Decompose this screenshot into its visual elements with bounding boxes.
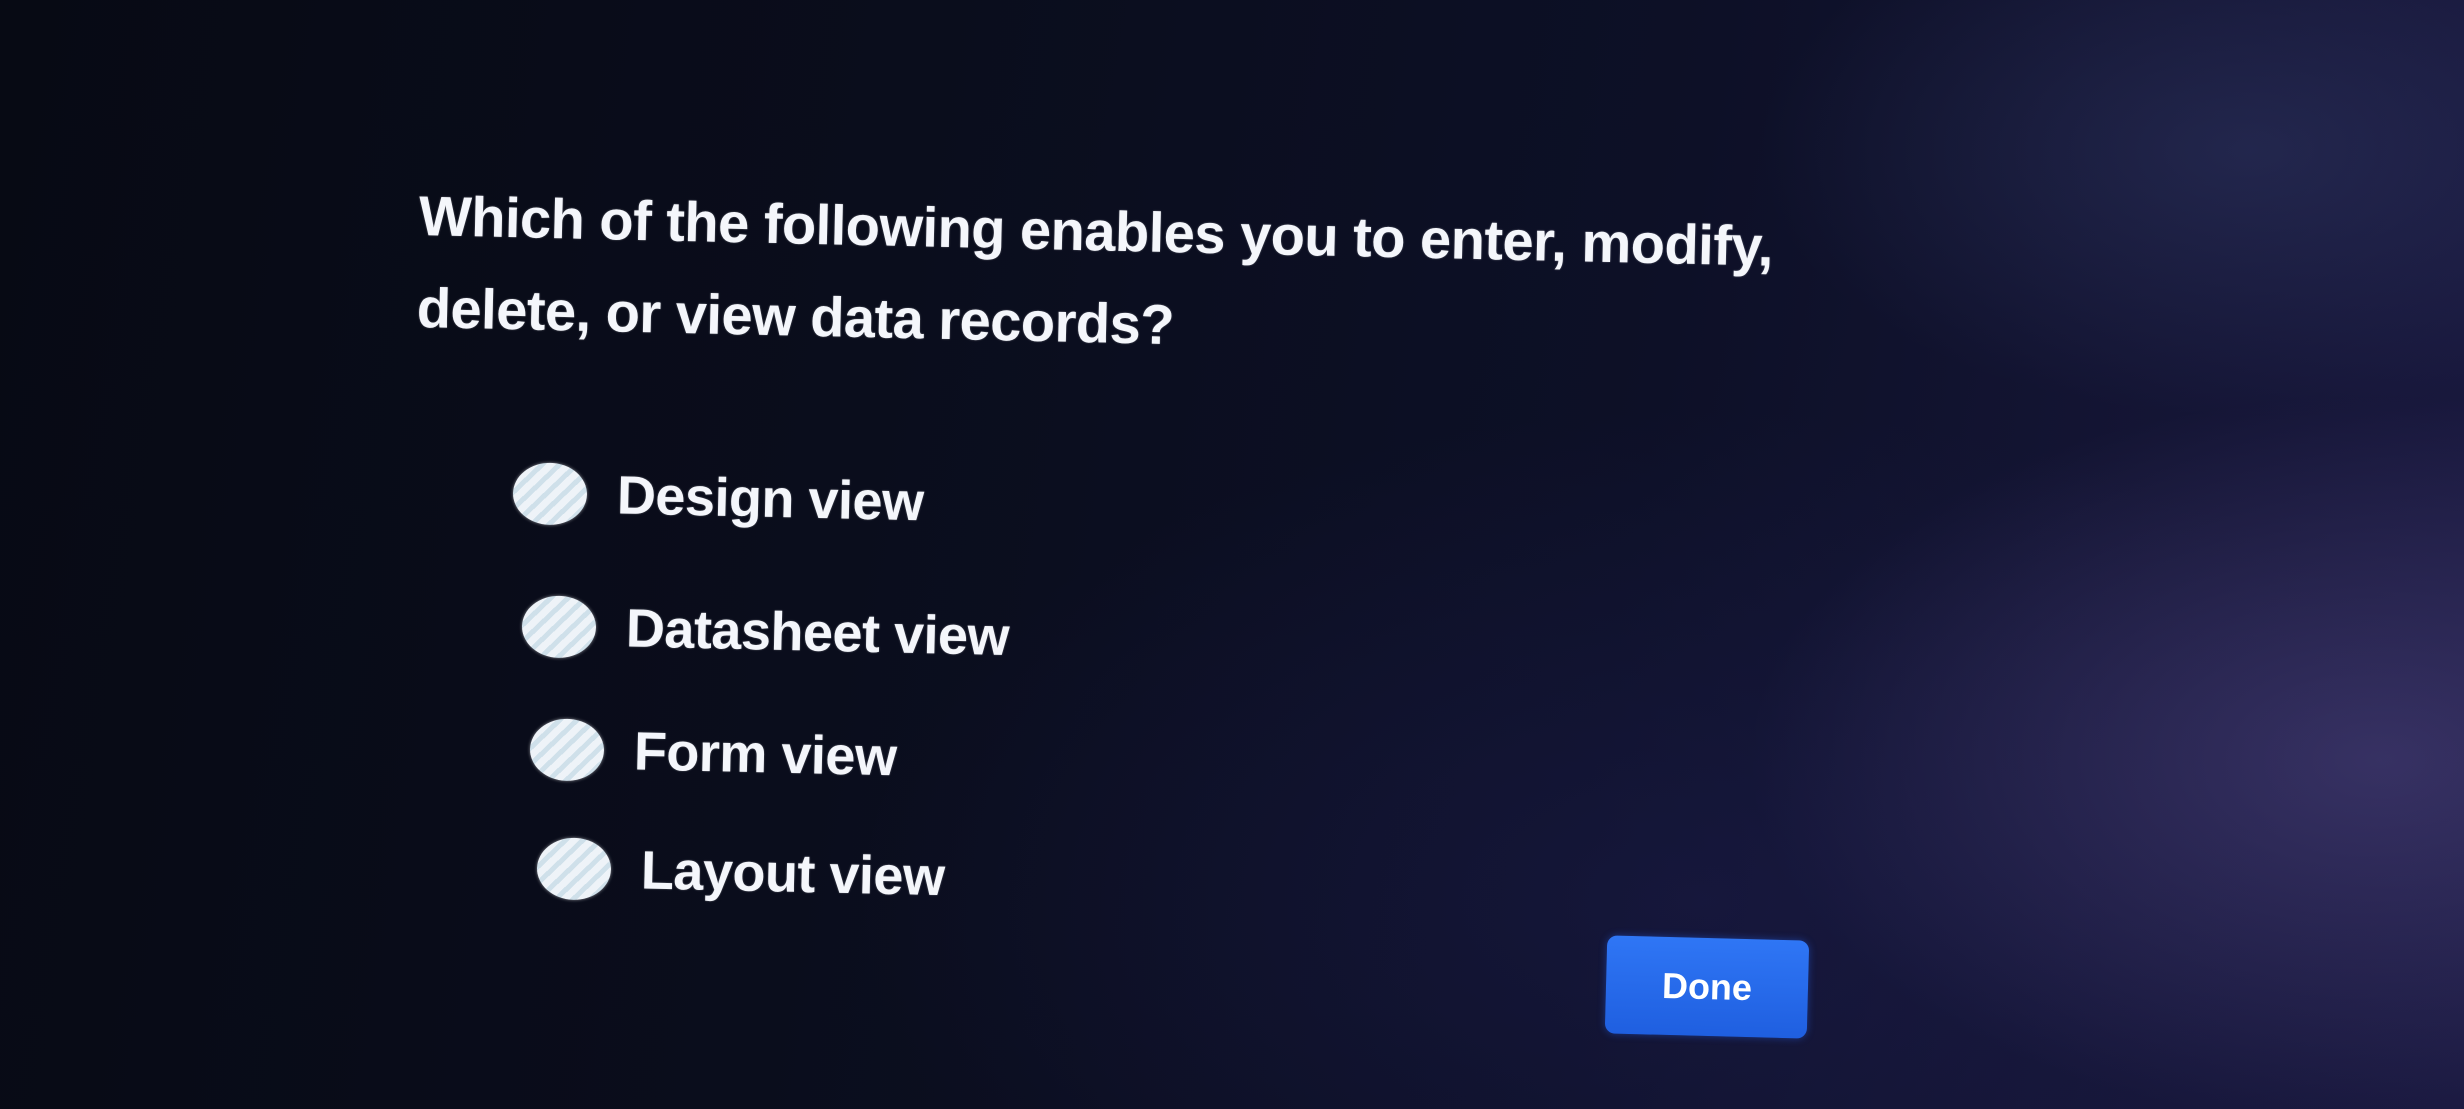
option-label: Datasheet view (625, 598, 1010, 668)
option-layout-view[interactable]: Layout view (536, 837, 945, 908)
radio-button-icon[interactable] (521, 595, 597, 659)
option-label: Layout view (640, 840, 946, 908)
answer-options: Design view Datasheet view Form view Lay… (0, 0, 2464, 1109)
option-form-view[interactable]: Form view (529, 718, 897, 788)
radio-button-icon[interactable] (536, 837, 612, 901)
option-label: Form view (633, 721, 898, 788)
radio-button-icon[interactable] (512, 462, 588, 526)
option-datasheet-view[interactable]: Datasheet view (521, 595, 1010, 668)
option-design-view[interactable]: Design view (512, 462, 924, 533)
done-button[interactable]: Done (1604, 935, 1810, 1039)
radio-button-icon[interactable] (529, 718, 605, 782)
option-label: Design view (616, 465, 925, 533)
question-text: Which of the following enables you to en… (416, 183, 1774, 357)
